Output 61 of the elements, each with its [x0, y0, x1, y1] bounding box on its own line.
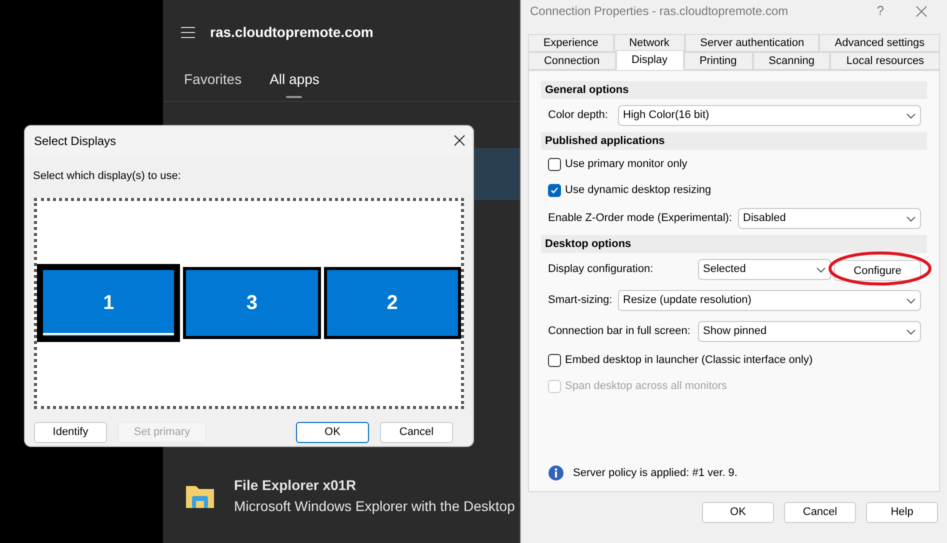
field-label: Connection bar in full screen: [548, 324, 692, 340]
checkbox-label: Use dynamic desktop resizing [565, 182, 712, 198]
tab[interactable]: Experience [528, 34, 614, 52]
display-monitor[interactable]: 2 [324, 267, 461, 339]
checkbox[interactable] [548, 158, 561, 170]
tab[interactable]: Display [616, 50, 684, 70]
tab[interactable]: Advanced settings [819, 34, 940, 52]
tab[interactable]: Scanning [752, 52, 830, 70]
tab[interactable]: Connection [528, 52, 616, 70]
display-number: 1 [103, 291, 114, 316]
display-number: 2 [386, 291, 398, 316]
menu-icon[interactable] [181, 26, 195, 38]
dialog-button[interactable]: Cancel [380, 422, 453, 442]
dialog-button[interactable]: Identify [34, 422, 107, 442]
footer-button[interactable]: OK [702, 502, 774, 523]
chevron-down-icon [906, 298, 916, 304]
section-header: Desktop options [541, 235, 927, 253]
footer-button[interactable]: Cancel [784, 502, 856, 523]
dialog-button[interactable]: OK [296, 422, 369, 442]
checkbox-label: Embed desktop in launcher (Classic interface only) [565, 352, 813, 368]
help-glyph[interactable]: ? [876, 1, 884, 21]
checkbox-label: Use primary monitor only [565, 156, 688, 172]
launcher-title: ras.cloudtopremote.com [210, 22, 374, 42]
info-icon [548, 464, 564, 481]
display-monitor[interactable]: 3 [183, 267, 321, 339]
chevron-down-icon [906, 112, 916, 118]
dropdown[interactable]: Resize (update resolution) [618, 290, 921, 311]
footer-button[interactable]: Help [866, 502, 938, 523]
checkbox[interactable] [548, 354, 561, 366]
chevron-down-icon [906, 216, 916, 222]
launcher-tab[interactable]: All apps [270, 64, 320, 98]
close-icon[interactable] [454, 135, 465, 146]
dropdown[interactable]: High Color(16 bit) [618, 105, 921, 126]
configure-button[interactable]: Configure [834, 260, 921, 282]
checkbox-label: Span desktop across all monitors [565, 378, 728, 394]
dropdown[interactable]: Selected [698, 259, 831, 280]
section-header: Published applications [541, 132, 927, 150]
window-title: Connection Properties - ras.cloudtopremote.com [530, 3, 790, 20]
checkbox[interactable] [548, 184, 561, 196]
folder-icon [185, 483, 215, 509]
dialog-prompt: Select which display(s) to use: [32, 169, 182, 184]
field-label: Color depth: [548, 108, 609, 124]
app-description: Microsoft Windows Explorer with the Desktop [234, 497, 515, 516]
field-label: Enable Z-Order mode (Experimental): [548, 211, 734, 226]
section-header: General options [541, 81, 927, 99]
launcher-tab[interactable]: Favorites [184, 64, 242, 98]
info-text: Server policy is applied: #1 ver. 9. [573, 466, 738, 480]
display-monitor[interactable]: 1 [37, 264, 180, 342]
tab[interactable]: Printing [684, 52, 753, 70]
tab[interactable]: Local resources [830, 52, 940, 70]
tab[interactable]: Server authentication [684, 34, 820, 52]
field-label: Smart-sizing: [548, 293, 614, 308]
checkmark-icon [550, 186, 559, 194]
field-label: Display configuration: [548, 262, 654, 278]
app-name[interactable]: File Explorer x01R [234, 475, 515, 496]
dropdown[interactable]: Show pinned [698, 321, 921, 342]
chevron-down-icon [816, 266, 826, 272]
chevron-down-icon [906, 328, 916, 334]
dialog-title: Select Displays [34, 132, 116, 150]
dropdown[interactable]: Disabled [738, 208, 921, 229]
display-number: 3 [246, 291, 258, 316]
